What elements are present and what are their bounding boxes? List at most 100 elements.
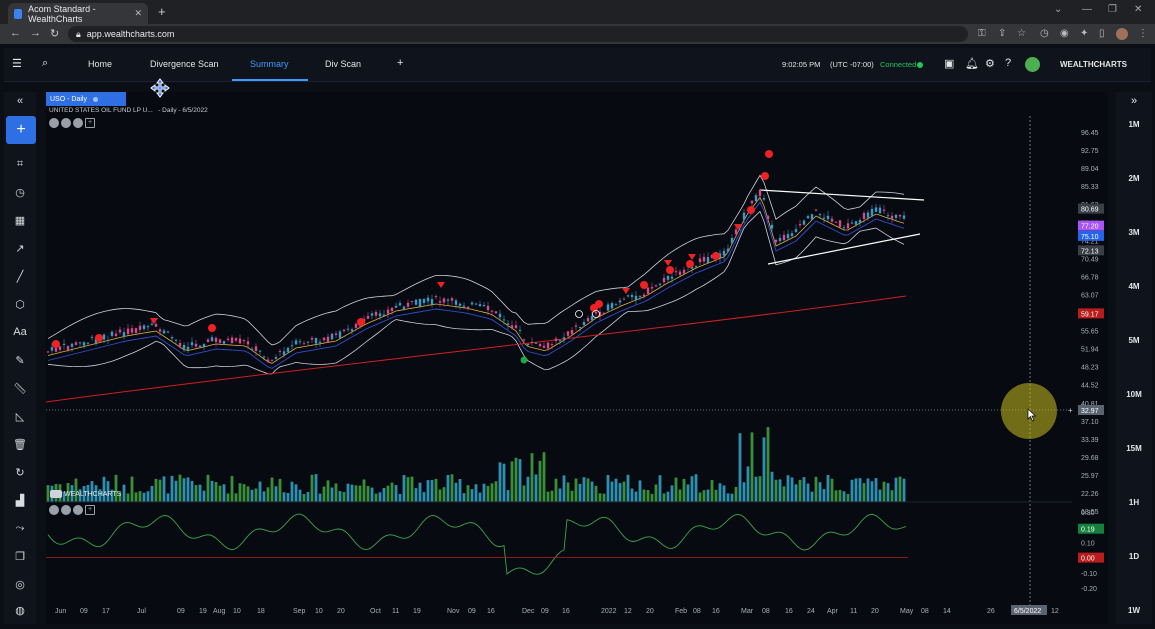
puzzle-icon[interactable]: ✦ [1080, 28, 1088, 39]
pencil-icon[interactable]: ✎ [4, 354, 36, 367]
tab-home[interactable]: Home [88, 59, 112, 69]
line-tool-icon[interactable]: ╱ [4, 270, 36, 283]
bell-icon[interactable]: 🔔︎ [965, 57, 979, 70]
forward-icon[interactable]: → [30, 27, 41, 39]
osc-remove-circle-icon[interactable] [73, 505, 83, 515]
calendar-icon[interactable]: ▦ [4, 214, 36, 227]
volume-bar [302, 493, 306, 502]
restore-icon[interactable]: ❐ [1108, 4, 1117, 15]
ruler-icon[interactable]: 📏︎ [4, 382, 36, 395]
reload-icon[interactable]: ↻ [50, 27, 59, 40]
help-icon[interactable]: ? [1005, 57, 1011, 69]
osc-tick-label: 0.30 [1081, 510, 1095, 517]
candle-body [106, 339, 110, 341]
x-tick-label: Feb [675, 608, 687, 615]
timeframe-10m[interactable]: 10M [1116, 390, 1152, 399]
bar-chart-icon[interactable]: ▟ [4, 494, 36, 507]
timeframe-1d[interactable]: 1D [1116, 552, 1152, 561]
trend-icon[interactable]: ↗ [4, 242, 36, 255]
volume-bar [214, 482, 218, 502]
price-chart[interactable]: 96.4592.7589.0485.3381.6377.9274.2170.49… [45, 92, 1108, 624]
close-tab-icon[interactable]: ✕ [134, 8, 142, 19]
timeframe-3m[interactable]: 3M [1116, 228, 1152, 237]
volume-bar [482, 483, 486, 502]
timeframe-15m[interactable]: 15M [1116, 444, 1152, 453]
address-bar: ← → ↻ 🔒︎ app.wealthcharts.com ⚿ ⇪ ☆ ◷ ◉ … [0, 24, 1155, 44]
minimize-icon[interactable]: — [1082, 4, 1092, 15]
candle-body [530, 341, 534, 343]
candle-body [154, 323, 158, 327]
star-icon[interactable]: ☆ [1017, 28, 1026, 39]
chevron-down-icon[interactable]: ⌄ [1054, 4, 1062, 15]
add-indicator-icon[interactable]: + [85, 118, 95, 128]
share-icon[interactable]: ⇪ [998, 28, 1006, 39]
text-tool-icon[interactable]: Aa [4, 326, 36, 338]
sync-icon[interactable]: ↻ [4, 466, 36, 479]
hamburger-menu-icon[interactable]: ☰ [12, 57, 22, 70]
symbol-badge[interactable]: USO - Daily [46, 92, 126, 106]
visibility-circle-icon[interactable] [61, 118, 71, 128]
clock-time: 9:02:05 PM [782, 60, 821, 69]
expand-right-icon[interactable]: » [1116, 95, 1152, 107]
history-icon[interactable]: ◷ [1040, 28, 1049, 39]
volume-bar [554, 478, 558, 502]
volume-bar [726, 493, 730, 502]
candle-body [310, 337, 314, 340]
volume-bar [146, 491, 150, 502]
tab-div-scan[interactable]: Div Scan [325, 59, 361, 69]
timeframe-1m[interactable]: 1M [1116, 120, 1152, 129]
tab-divergence-scan[interactable]: Divergence Scan [150, 59, 219, 69]
trash-icon[interactable]: 🗑︎ [4, 438, 36, 451]
signal-dot-icon [52, 340, 60, 348]
clock-icon[interactable]: ◷ [4, 186, 36, 199]
wealthcharts-logo-icon [50, 490, 62, 498]
collapse-left-icon[interactable]: « [4, 95, 36, 107]
target-icon[interactable]: ◎ [4, 578, 36, 591]
candle-body [214, 337, 218, 342]
candle-body [114, 333, 118, 336]
close-window-icon[interactable]: ✕ [1134, 4, 1142, 15]
chart-type-icon[interactable]: ⌗ [4, 158, 36, 171]
key-icon[interactable]: ⚿ [978, 28, 986, 39]
timeframe-1h[interactable]: 1H [1116, 498, 1152, 507]
browser-tab[interactable]: Acom Standard - WealthCharts ✕ [8, 3, 148, 24]
volume-bar [366, 486, 370, 502]
new-tab-icon[interactable]: + [158, 4, 166, 19]
remove-circle-icon[interactable] [73, 118, 83, 128]
gear-icon[interactable]: ⚙ [985, 57, 995, 70]
candle-body [110, 331, 114, 336]
indicator-icon[interactable] [1025, 57, 1040, 72]
osc-settings-circle-icon[interactable] [49, 505, 59, 515]
sidebar-icon[interactable]: ▯ [1099, 28, 1105, 39]
shape-tool-icon[interactable]: ⬡ [4, 298, 36, 311]
timeframe-1w[interactable]: 1W [1116, 606, 1152, 615]
osc-add-indicator-icon[interactable]: + [85, 505, 95, 515]
tab-summary[interactable]: Summary [250, 59, 289, 69]
chart-area[interactable]: 96.4592.7589.0485.3381.6377.9274.2170.49… [45, 92, 1108, 624]
symbol-dot-icon [92, 96, 98, 102]
osc-visibility-circle-icon[interactable] [61, 505, 71, 515]
volume-bar [138, 491, 142, 502]
timeframe-5m[interactable]: 5M [1116, 336, 1152, 345]
kebab-menu-icon[interactable]: ⋮ [1138, 28, 1148, 39]
timeframe-2m[interactable]: 2M [1116, 174, 1152, 183]
network-icon[interactable]: ⤳ [4, 522, 36, 535]
globe-icon[interactable]: ◍ [4, 604, 36, 617]
angle-tool-icon[interactable]: ◺ [4, 410, 36, 423]
x-tick-label: 16 [562, 608, 570, 615]
settings-circle-icon[interactable] [49, 118, 59, 128]
save-icon[interactable]: ▣ [944, 57, 954, 70]
price-tick-label: 29.68 [1081, 455, 1099, 462]
crosshair-tool-icon[interactable]: + [6, 116, 36, 144]
candle-body [586, 318, 590, 322]
profile-avatar[interactable] [1116, 28, 1128, 40]
add-tab-icon[interactable]: + [397, 57, 403, 69]
candle-body [818, 214, 822, 216]
back-icon[interactable]: ← [10, 27, 21, 39]
volume-bar [782, 486, 786, 502]
extension-record-icon[interactable]: ◉ [1060, 28, 1069, 39]
search-icon[interactable]: ⌕ [42, 57, 48, 70]
url-input[interactable]: 🔒︎ app.wealthcharts.com [68, 26, 968, 42]
timeframe-4m[interactable]: 4M [1116, 282, 1152, 291]
copy-icon[interactable]: ❐ [4, 550, 36, 563]
